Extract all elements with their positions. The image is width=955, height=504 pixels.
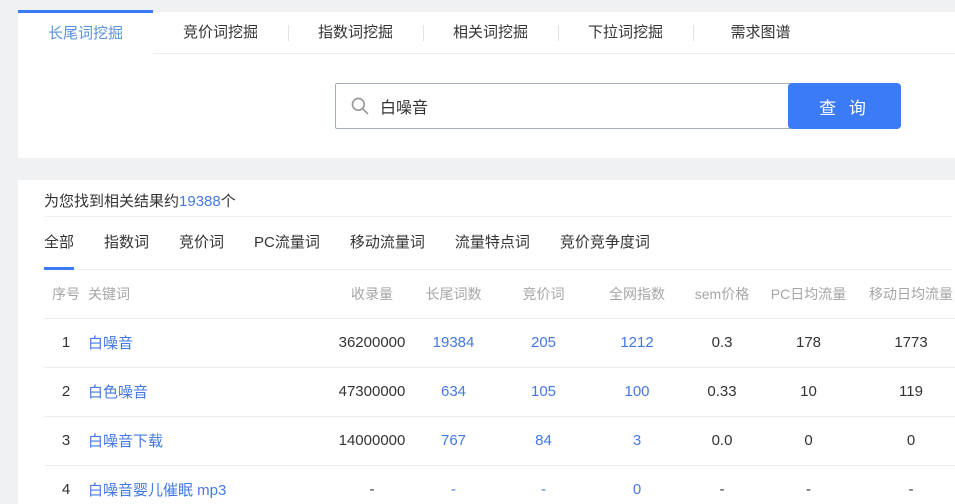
row-index: 1 (44, 318, 88, 367)
cell-whole-net-index[interactable]: 100 (591, 367, 683, 416)
result-count-suffix: 个 (221, 193, 236, 210)
tab-index-word-mining[interactable]: 指数词挖掘 (288, 12, 423, 53)
filter-tab-pc-traffic-words[interactable]: PC流量词 (254, 217, 320, 269)
filter-tab-bid-competition-words[interactable]: 竞价竞争度词 (560, 217, 650, 269)
cell-indexed-pages: 14000000 (333, 416, 411, 465)
cell-whole-net-index[interactable]: 0 (591, 465, 683, 504)
cell-pc-daily-traffic: - (761, 465, 856, 504)
cell-longtail-count[interactable]: 634 (411, 367, 496, 416)
cell-mobile-daily-traffic: 119 (856, 367, 955, 416)
keyword-link[interactable]: 白噪音 (88, 335, 133, 352)
keyword-link[interactable]: 白噪音婴儿催眠 mp3 (88, 482, 226, 499)
filter-tab-traffic-feature-words[interactable]: 流量特点词 (455, 217, 530, 269)
top-panel: 长尾词挖掘 竞价词挖掘 指数词挖掘 相关词挖掘 下拉词挖掘 需求图谱 查 询 (18, 12, 955, 158)
filter-tab-bar: 全部 指数词 竞价词 PC流量词 移动流量词 流量特点词 竞价竞争度词 (44, 217, 952, 270)
cell-sem-price: 0.0 (683, 416, 761, 465)
table-row: 4 白噪音婴儿催眠 mp3 - - - 0 - - - (44, 465, 955, 504)
cell-whole-net-index[interactable]: 1212 (591, 318, 683, 367)
main-tab-bar: 竞价词挖掘 指数词挖掘 相关词挖掘 下拉词挖掘 需求图谱 (18, 12, 955, 54)
cell-sem-price: 0.3 (683, 318, 761, 367)
cell-pc-daily-traffic: 0 (761, 416, 856, 465)
filter-tab-all[interactable]: 全部 (44, 217, 74, 269)
filter-tab-mobile-traffic-words[interactable]: 移动流量词 (350, 217, 425, 269)
table-row: 1 白噪音 36200000 19384 205 1212 0.3 178 17… (44, 318, 955, 367)
keyword-link[interactable]: 白噪音下载 (88, 433, 163, 450)
col-header-whole-net-index: 全网指数 (591, 270, 683, 318)
cell-sem-price: - (683, 465, 761, 504)
tab-longtail-mining[interactable]: 长尾词挖掘 (18, 10, 153, 55)
tab-bid-word-mining[interactable]: 竞价词挖掘 (153, 12, 288, 53)
tab-dropdown-word-mining[interactable]: 下拉词挖掘 (558, 12, 693, 53)
filter-tab-index-words[interactable]: 指数词 (104, 217, 149, 269)
col-header-pc-daily-traffic: PC日均流量 (761, 270, 856, 318)
result-count-prefix: 为您找到相关结果约 (44, 193, 179, 210)
cell-bid-words[interactable]: - (496, 465, 591, 504)
cell-bid-words[interactable]: 84 (496, 416, 591, 465)
col-header-mobile-daily-traffic: 移动日均流量 (856, 270, 955, 318)
col-header-sem-price: sem价格 (683, 270, 761, 318)
query-button[interactable]: 查 询 (788, 83, 901, 129)
cell-mobile-daily-traffic: 1773 (856, 318, 955, 367)
magnifier-icon (350, 96, 370, 116)
row-index: 3 (44, 416, 88, 465)
row-index: 4 (44, 465, 88, 504)
cell-bid-words[interactable]: 205 (496, 318, 591, 367)
tab-related-word-mining[interactable]: 相关词挖掘 (423, 12, 558, 53)
cell-pc-daily-traffic: 178 (761, 318, 856, 367)
col-header-bid-words: 竞价词 (496, 270, 591, 318)
keyword-table: 序号 关键词 收录量 长尾词数 竞价词 全网指数 sem价格 PC日均流量 移动… (44, 270, 955, 504)
cell-longtail-count[interactable]: 19384 (411, 318, 496, 367)
row-index: 2 (44, 367, 88, 416)
cell-indexed-pages: 47300000 (333, 367, 411, 416)
table-header-row: 序号 关键词 收录量 长尾词数 竞价词 全网指数 sem价格 PC日均流量 移动… (44, 270, 955, 318)
col-header-longtail-count: 长尾词数 (411, 270, 496, 318)
cell-longtail-count[interactable]: - (411, 465, 496, 504)
result-count-number: 19388 (179, 193, 221, 210)
cell-mobile-daily-traffic: 0 (856, 416, 955, 465)
col-header-indexed-pages: 收录量 (333, 270, 411, 318)
cell-sem-price: 0.33 (683, 367, 761, 416)
col-header-index: 序号 (44, 270, 88, 318)
search-bar: 查 询 (335, 83, 901, 129)
keyword-search-input[interactable] (380, 86, 790, 126)
keyword-link[interactable]: 白色噪音 (88, 384, 148, 401)
cell-pc-daily-traffic: 10 (761, 367, 856, 416)
cell-whole-net-index[interactable]: 3 (591, 416, 683, 465)
cell-indexed-pages: 36200000 (333, 318, 411, 367)
col-header-keyword: 关键词 (88, 270, 333, 318)
filter-tab-bid-words[interactable]: 竞价词 (179, 217, 224, 269)
cell-bid-words[interactable]: 105 (496, 367, 591, 416)
search-box[interactable] (335, 83, 790, 129)
results-panel: 为您找到相关结果约19388个 全部 指数词 竞价词 PC流量词 移动流量词 流… (18, 180, 955, 504)
cell-mobile-daily-traffic: - (856, 465, 955, 504)
table-row: 3 白噪音下载 14000000 767 84 3 0.0 0 0 (44, 416, 955, 465)
table-row: 2 白色噪音 47300000 634 105 100 0.33 10 119 (44, 367, 955, 416)
tab-demand-graph[interactable]: 需求图谱 (693, 12, 828, 53)
cell-indexed-pages: - (333, 465, 411, 504)
cell-longtail-count[interactable]: 767 (411, 416, 496, 465)
result-count: 为您找到相关结果约19388个 (44, 180, 952, 217)
